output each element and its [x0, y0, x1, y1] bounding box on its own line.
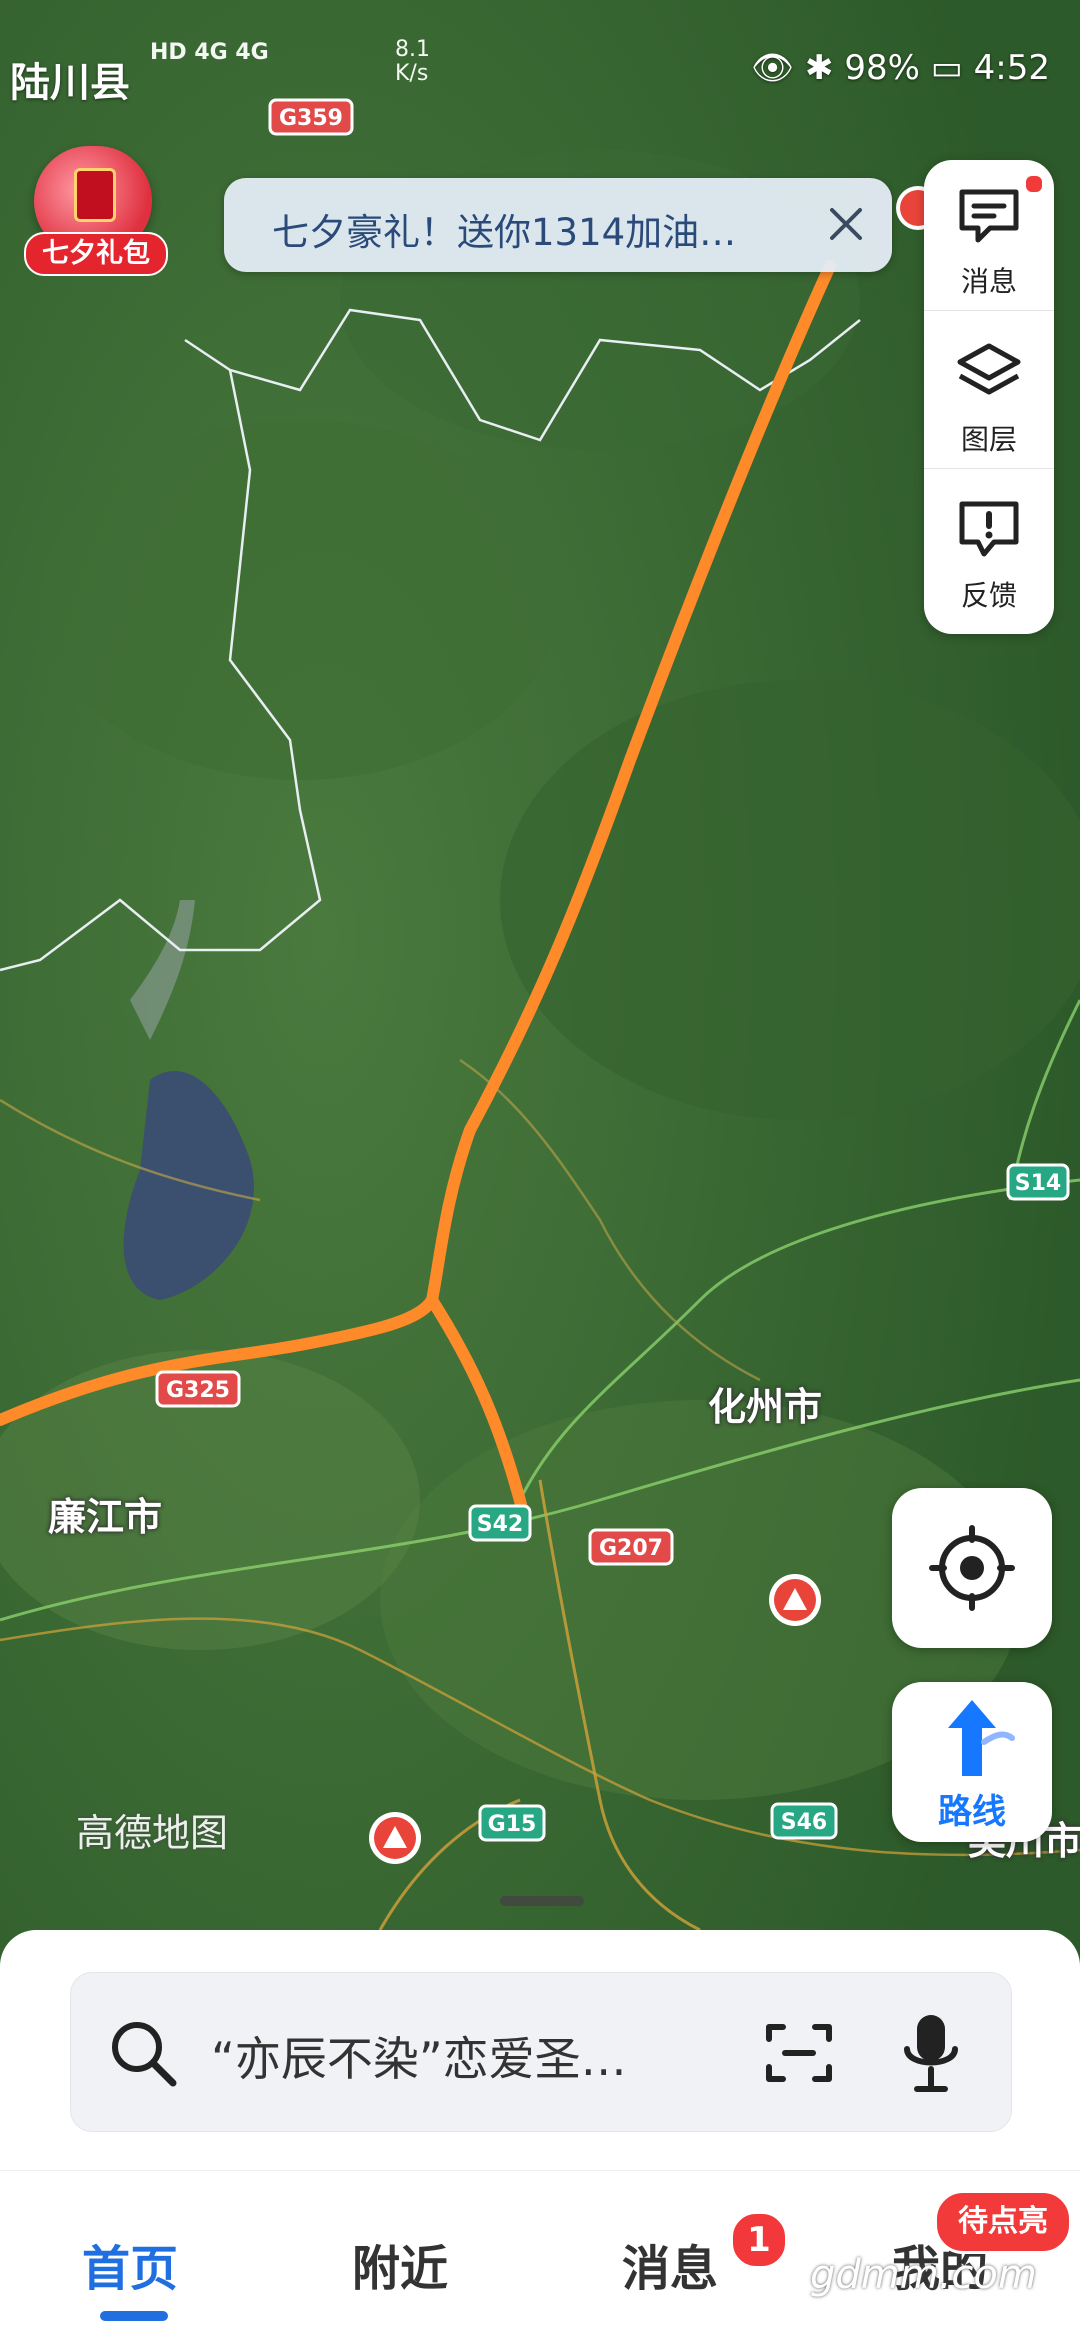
side-item-label: 反馈 — [960, 579, 1017, 612]
route-label: 路线 — [938, 1792, 1006, 1832]
unread-dot — [1024, 174, 1044, 194]
construction-marker-icon — [369, 1812, 421, 1864]
svg-text:S42: S42 — [477, 1512, 523, 1537]
search-icon — [112, 2022, 177, 2087]
layers-icon — [957, 343, 1021, 395]
promo-banner[interactable]: 七夕豪礼！送你1314加油… — [224, 178, 892, 272]
microphone-icon[interactable] — [899, 2011, 963, 2095]
active-tab-indicator — [100, 2311, 168, 2321]
close-icon[interactable] — [818, 196, 874, 252]
city-label-huazhou[interactable]: 化州市 — [708, 1376, 822, 1431]
road-shield-g207: G207 — [588, 1528, 674, 1566]
tab-messages[interactable]: 消息 — [622, 2229, 718, 2299]
feedback-icon — [959, 501, 1019, 557]
battery-percent: 98% — [844, 48, 920, 88]
road-shield-g15: G15 — [478, 1804, 546, 1842]
locate-me-button[interactable] — [892, 1488, 1052, 1648]
side-item-feedback[interactable]: 反馈 — [924, 474, 1054, 624]
status-location: 陆川县 — [10, 60, 130, 106]
svg-text:G207: G207 — [599, 1536, 663, 1561]
svg-text:S14: S14 — [1015, 1171, 1061, 1196]
crosshair-icon — [929, 1525, 1015, 1611]
site-watermark: gdmm.com — [810, 2252, 1037, 2298]
tab-home[interactable]: 首页 — [82, 2229, 178, 2299]
map-side-panel: 消息 图层 反馈 — [924, 160, 1054, 634]
search-bar[interactable]: “亦辰不染”恋爱圣… — [70, 1972, 1012, 2132]
gift-label: 七夕礼包 — [24, 232, 168, 276]
red-envelope-icon — [74, 168, 116, 222]
svg-text:S46: S46 — [781, 1810, 827, 1835]
network-speed: 8.1 K/s — [395, 38, 430, 86]
svg-text:G15: G15 — [488, 1812, 537, 1837]
me-badge: 待点亮 — [934, 2190, 1072, 2254]
construction-marker-icon — [769, 1574, 821, 1626]
svg-text:G325: G325 — [166, 1378, 230, 1403]
side-item-label: 消息 — [960, 265, 1017, 298]
scan-icon[interactable] — [763, 2017, 835, 2089]
road-shield-g325: G325 — [155, 1370, 241, 1408]
side-item-message[interactable]: 消息 — [924, 160, 1054, 311]
battery-icon: ▭ — [930, 48, 963, 88]
promo-banner-text: 七夕豪礼！送你1314加油… — [272, 211, 737, 254]
road-shield-s46: S46 — [770, 1802, 838, 1840]
city-label-lianjiang[interactable]: 廉江市 — [48, 1486, 162, 1541]
route-button[interactable]: 路线 — [892, 1682, 1052, 1842]
side-item-label: 图层 — [960, 423, 1017, 456]
search-placeholder: “亦辰不染”恋爱圣… — [211, 2032, 627, 2086]
bluetooth-icon: ✱ — [805, 48, 834, 88]
sheet-drag-handle[interactable] — [500, 1896, 584, 1906]
messages-badge: 1 — [730, 2211, 788, 2269]
qixi-gift-badge[interactable]: 七夕礼包 — [24, 146, 168, 276]
network-indicator: HD 4G 4G — [150, 40, 269, 65]
message-icon — [959, 189, 1019, 243]
map-watermark: 高德地图 — [76, 1811, 229, 1855]
speed-unit: K/s — [395, 61, 429, 86]
side-item-layers[interactable]: 图层 — [924, 318, 1054, 469]
road-shield-s14: S14 — [1006, 1163, 1070, 1201]
eye-icon: 👁 — [751, 48, 795, 88]
status-bar: 陆川县 HD 4G 4G 8.1 K/s 👁 ✱ 98% ▭ 4:52 — [0, 0, 1080, 140]
road-shield-s42: S42 — [468, 1504, 532, 1542]
speed-value: 8.1 — [395, 37, 430, 62]
tab-nearby[interactable]: 附近 — [352, 2229, 448, 2299]
status-right: 👁 ✱ 98% ▭ 4:52 — [751, 48, 1050, 88]
clock: 4:52 — [973, 48, 1050, 88]
route-arrow-icon — [948, 1700, 1015, 1776]
